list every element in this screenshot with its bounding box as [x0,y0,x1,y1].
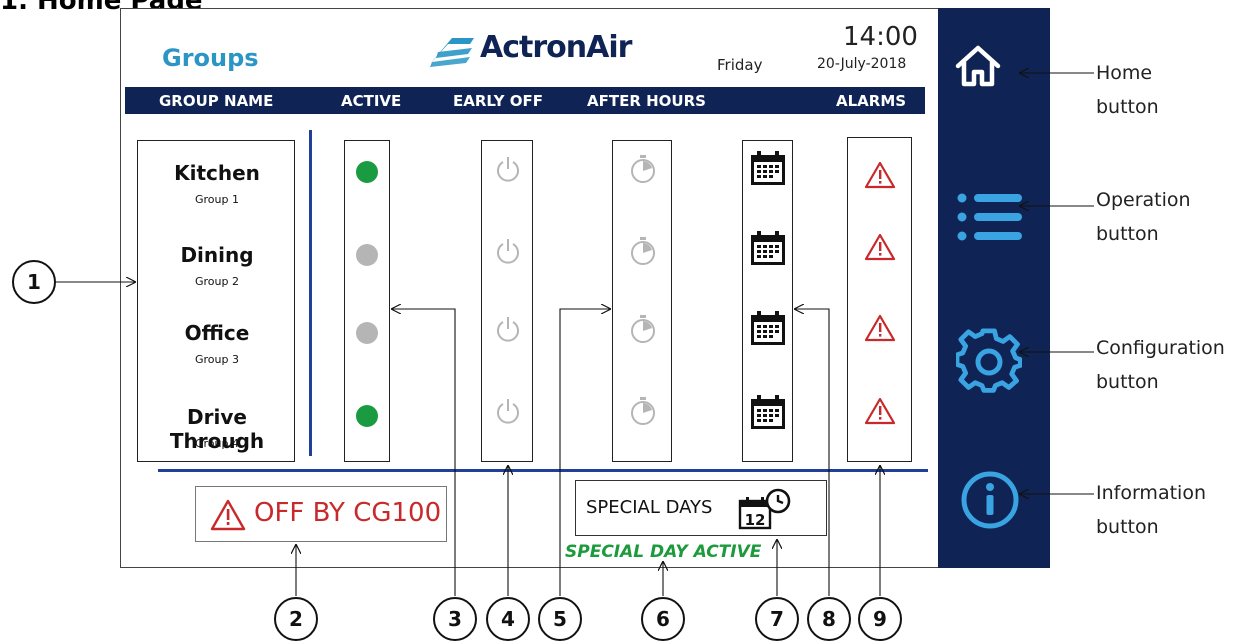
callout-3: 3 [433,597,477,641]
callout-9: 9 [858,597,902,641]
callout-5: 5 [538,597,582,641]
callout-6: 6 [641,597,685,641]
callout-2: 2 [274,597,318,641]
callout-4: 4 [486,597,530,641]
annotation-leaders [56,0,1094,596]
callout-1: 1 [12,260,56,304]
callout-7: 7 [755,597,799,641]
callout-8: 8 [807,597,851,641]
